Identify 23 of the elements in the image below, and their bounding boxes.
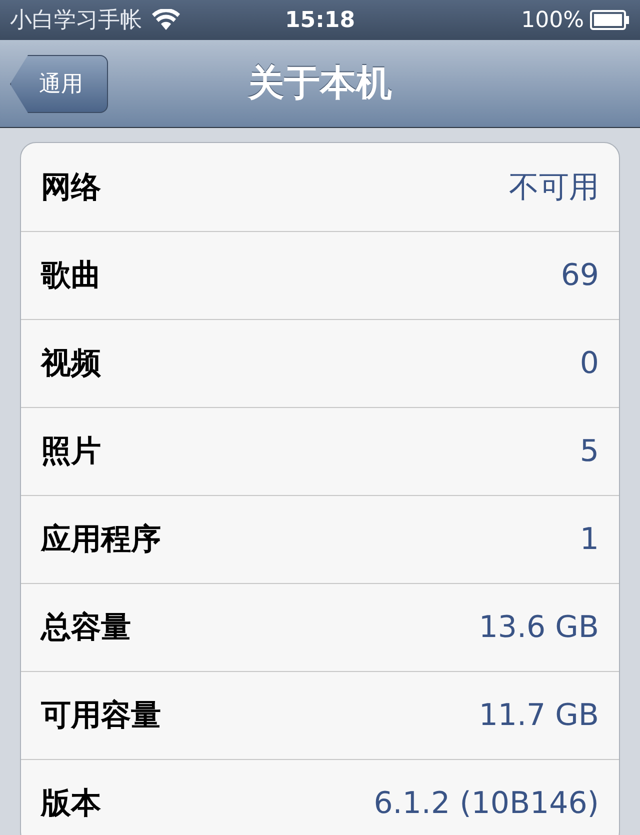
back-button[interactable]: 通用 [10, 55, 108, 113]
row-label: 歌曲 [41, 257, 101, 295]
row-label: 视频 [41, 345, 101, 383]
row-label: 应用程序 [41, 521, 161, 559]
clock: 15:18 [284, 6, 356, 34]
row-label: 可用容量 [41, 697, 161, 735]
row-value: 69 [560, 257, 599, 295]
row-label: 照片 [41, 433, 101, 471]
row-label: 总容量 [41, 609, 131, 647]
carrier-name: 小白学习手帐 [10, 6, 142, 34]
row-value: 不可用 [509, 168, 599, 206]
screen-title: 关于本机 [248, 62, 392, 106]
row-label: 网络 [41, 168, 101, 206]
battery-icon [590, 10, 630, 30]
row-value: 0 [580, 345, 599, 383]
row-value: 1 [580, 521, 599, 559]
row-value: 6.1.2 (10B146) [374, 785, 599, 823]
row-value: 11.7 GB [478, 697, 599, 735]
row-value: 5 [580, 433, 599, 471]
row-value: 13.6 GB [478, 609, 599, 647]
wifi-icon [152, 9, 180, 31]
row-label: 版本 [41, 785, 101, 823]
battery-percentage: 100% [521, 6, 584, 34]
